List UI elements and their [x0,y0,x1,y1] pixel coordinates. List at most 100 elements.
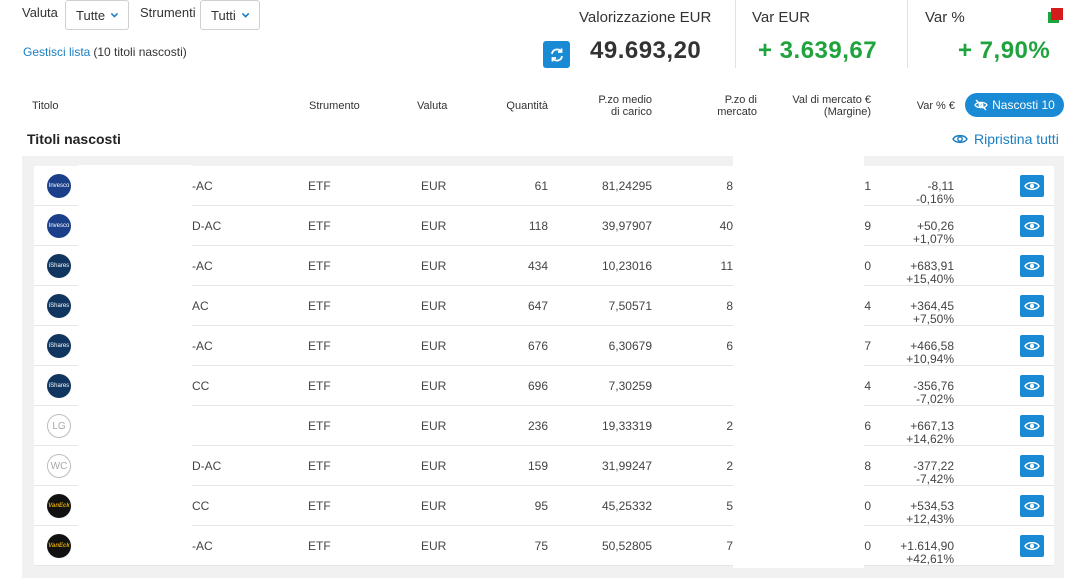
strumento-cell: ETF [308,379,331,393]
section-title: Titoli nascosti [27,131,121,147]
issuer-logo: Invesco [47,214,71,238]
title-name: -AC [192,539,213,553]
strumento-cell: ETF [308,419,331,433]
show-title-button[interactable] [1020,335,1044,357]
var-cell: +683,91 +15,40% [874,246,954,286]
pzo-medio-cell: 7,30259 [608,379,652,393]
show-title-button[interactable] [1020,255,1044,277]
pzo-mercato-cell: 6 [726,339,733,353]
pzo-medio-cell: 31,99247 [601,459,652,473]
issuer-logo-text: iShares [48,263,70,269]
pzo-mercato-cell: 5 [726,499,733,513]
valuta-cell: EUR [421,259,447,273]
nascosti-button[interactable]: Nascosti 10 [965,93,1064,117]
valuta-cell: EUR [421,379,447,393]
valuta-cell: EUR [421,499,447,513]
show-title-button[interactable] [1020,295,1044,317]
quantita-cell: 118 [528,219,548,233]
quantita-cell: 647 [527,299,548,313]
title-name: CC [192,379,210,393]
pzo-medio-cell: 19,33319 [601,419,652,433]
strumenti-select-value: Tutti [211,7,236,23]
strumento-cell: ETF [308,459,331,473]
var-pct-cell: +10,94% [906,352,954,366]
pzo-medio-cell: 7,50571 [608,299,652,313]
var-eur-label: Var EUR [752,9,811,26]
strumenti-label: Strumenti [140,5,196,20]
show-title-button[interactable] [1020,535,1044,557]
var-cell: -356,76 -7,02% [874,366,954,406]
valuta-cell: EUR [421,339,447,353]
quantita-cell: 95 [534,499,548,513]
pzo-medio-cell: 50,52805 [601,539,652,553]
pzo-medio-cell: 10,23016 [601,259,652,273]
show-title-button[interactable] [1020,215,1044,237]
show-title-button[interactable] [1020,175,1044,197]
hidden-count: (10 titoli nascosti) [93,45,187,59]
pzo-mercato-cell: 8 [726,179,733,193]
pzo-mercato-cell: 2 [726,459,733,473]
pzo-medio-cell: 45,25332 [601,499,652,513]
issuer-logo: iShares [47,334,71,358]
pzo-mercato-cell [684,366,733,406]
eye-icon [1024,221,1040,231]
valuta-select[interactable]: Tutte [65,0,129,30]
pzo-mercato-cell: 2 [726,419,733,433]
eye-icon [1024,541,1040,551]
chevron-down-icon [110,12,119,18]
issuer-logo-text: iShares [48,303,70,309]
valuta-label: Valuta [22,5,58,20]
issuer-logo: Invesco [47,174,71,198]
eye-off-icon [974,99,988,111]
strumento-cell: ETF [308,179,331,193]
col-strumento: Strumento [309,100,360,112]
valuta-cell: EUR [421,219,447,233]
pzo-medio-cell: 81,24295 [601,179,652,193]
col-pzo-medio-line1: P.zo medio [598,94,652,106]
var-cell: +50,26 +1,07% [874,206,954,246]
pzo-medio-cell: 39,97907 [601,219,652,233]
eye-icon [1024,181,1040,191]
strumento-cell: ETF [308,259,331,273]
manage-list-link[interactable]: Gestisci lista [23,45,90,59]
quantita-cell: 434 [527,259,548,273]
issuer-logo: WC [47,454,71,478]
restore-all-button[interactable]: Ripristina tutti [952,131,1059,147]
refresh-icon [550,48,563,61]
strumento-cell: ETF [308,299,331,313]
show-title-button[interactable] [1020,495,1044,517]
title-name: -AC [192,259,213,273]
col-pzo-medio-line2: di carico [611,106,652,118]
col-val-mercato: Val di mercato € (Margine) [775,94,871,118]
valuta-cell: EUR [421,539,447,553]
show-title-button[interactable] [1020,415,1044,437]
var-pct-cell: +1,07% [912,232,954,246]
strumento-cell: ETF [308,499,331,513]
pzo-mercato-cell: 40 [719,219,733,233]
show-title-button[interactable] [1020,375,1044,397]
col-pzo-mercato-line2: mercato [717,106,757,118]
title-name: AC [192,299,209,313]
issuer-logo-text: VanEck [48,543,70,549]
divider [907,0,908,68]
var-eur-value: + 3.639,67 [758,37,878,64]
col-val-mercato-line1: Val di mercato € [792,94,871,106]
title-name: -AC [192,339,213,353]
restore-all-label: Ripristina tutti [974,131,1059,147]
quantita-cell: 676 [527,339,548,353]
issuer-logo-text: VanEck [48,503,70,509]
var-cell: +364,45 +7,50% [874,286,954,326]
refresh-button[interactable] [543,41,570,68]
var-pct-cell: +42,61% [906,552,954,566]
var-pct-cell: -0,16% [915,192,954,206]
quantita-cell: 159 [527,459,548,473]
issuer-logo-text: iShares [48,343,70,349]
eye-icon [1024,501,1040,511]
issuer-logo-text: WC [50,460,68,472]
show-title-button[interactable] [1020,455,1044,477]
strumenti-select[interactable]: Tutti [200,0,260,30]
valorizzazione-label: Valorizzazione EUR [579,9,712,26]
nascosti-button-label: Nascosti 10 [992,98,1055,112]
col-val-mercato-line2: (Margine) [823,106,871,118]
redaction-block [78,165,192,565]
